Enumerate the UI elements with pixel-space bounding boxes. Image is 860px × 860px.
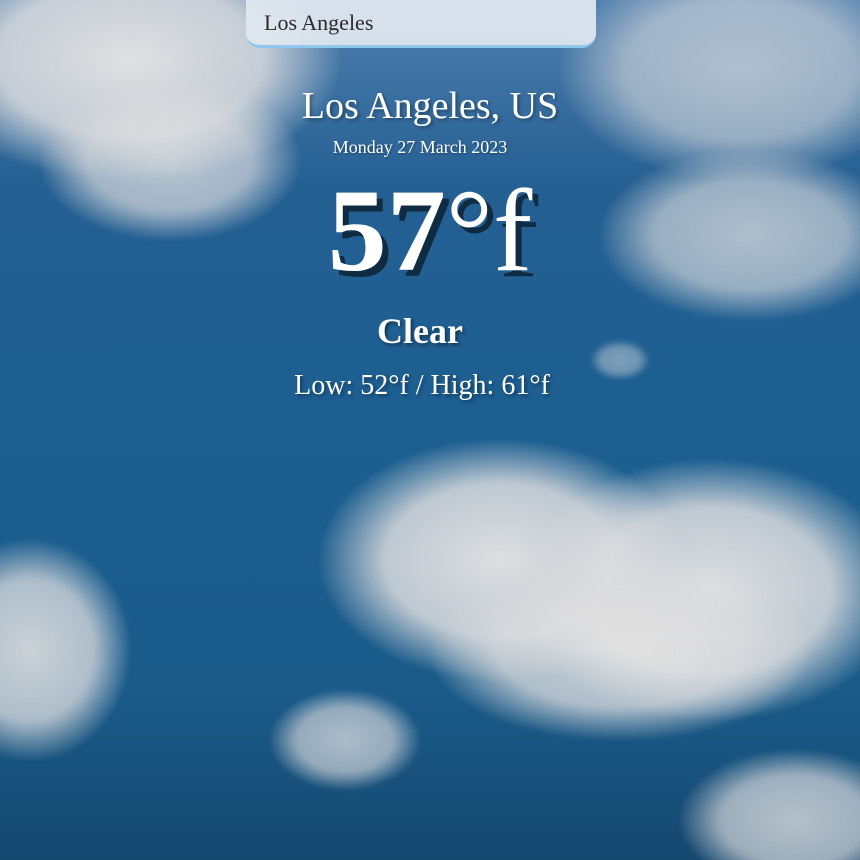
location-title: Los Angeles, US	[301, 85, 559, 127]
search-input[interactable]	[264, 8, 584, 38]
search-bar	[246, 0, 596, 48]
cloud	[0, 540, 130, 760]
cloud	[270, 690, 420, 790]
low-label: Low:	[294, 370, 354, 401]
low-high-range: Low: 52°f / High: 61°f	[0, 370, 844, 402]
temperature-value: 57	[327, 165, 446, 296]
date-label: Monday 27 March 2023	[332, 137, 508, 157]
high-label: High:	[430, 370, 495, 401]
temperature-unit: °f	[445, 165, 533, 296]
cloud	[430, 560, 810, 740]
range-separator: /	[415, 370, 424, 401]
temperature-display: 57°f	[0, 166, 860, 296]
low-value: 52°f	[360, 370, 409, 401]
sky-background	[0, 0, 860, 860]
high-value: 61°f	[501, 370, 550, 401]
weather-condition: Clear	[377, 311, 463, 351]
cloud	[680, 750, 860, 860]
